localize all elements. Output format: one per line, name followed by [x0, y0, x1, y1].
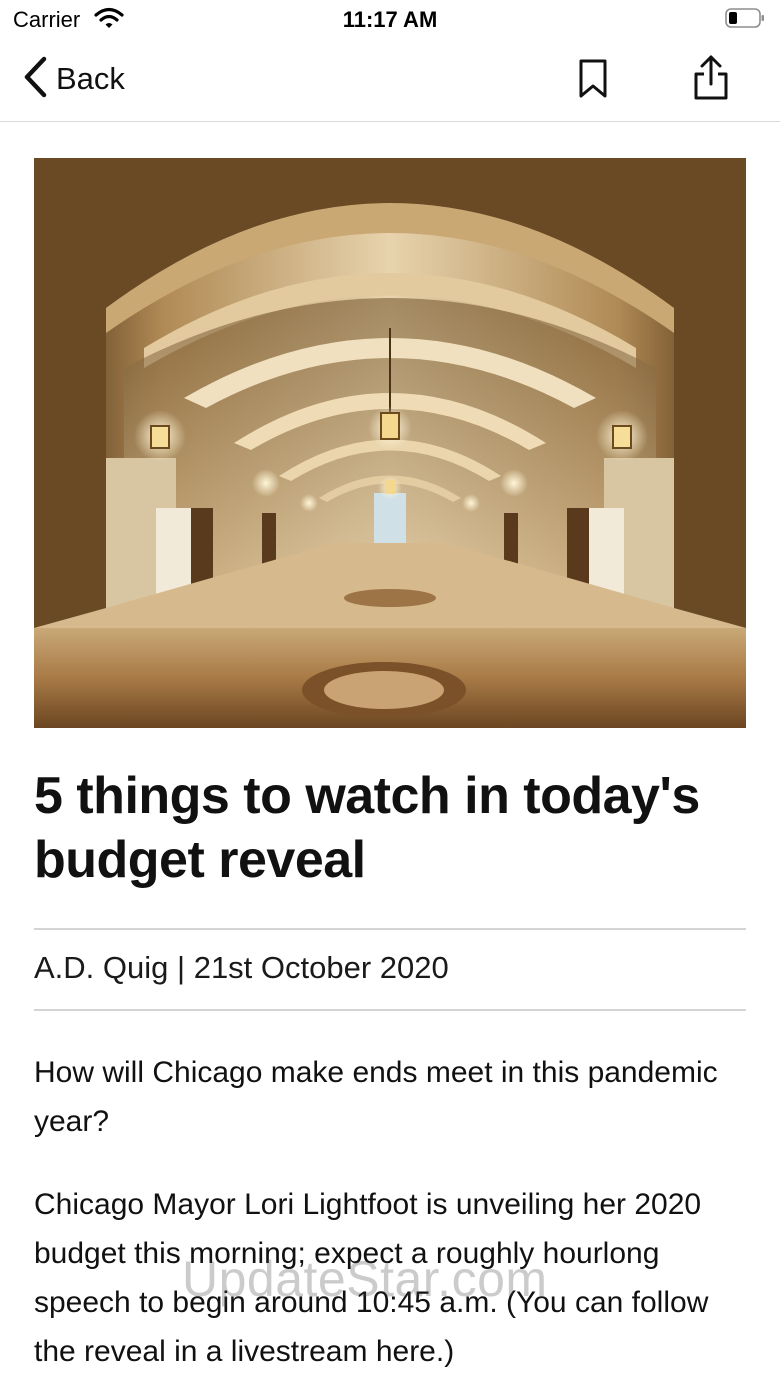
battery-icon [725, 8, 765, 28]
chevron-left-icon [22, 56, 48, 103]
back-button[interactable]: Back [22, 56, 125, 102]
article-byline: A.D. Quig | 21st October 2020 [34, 950, 449, 986]
back-label: Back [56, 61, 125, 96]
byline-top-divider [34, 928, 746, 930]
publish-date: 21st October 2020 [193, 950, 449, 985]
article-body-paragraph: Chicago Mayor Lori Lightfoot is unveilin… [34, 1188, 709, 1368]
byline-separator: | [177, 950, 186, 985]
article-hero-image [34, 158, 746, 728]
status-time: 11:17 AM [342, 7, 438, 32]
article-lead-paragraph: How will Chicago make ends meet in this … [34, 1056, 718, 1138]
status-bar: Carrier 11:17 AM [0, 0, 780, 40]
bookmark-button[interactable] [574, 57, 612, 101]
share-icon [690, 55, 732, 106]
author-name: A.D. Quig [34, 950, 169, 985]
byline-bottom-divider [34, 1009, 746, 1011]
share-button[interactable] [690, 54, 732, 102]
bookmark-icon [574, 59, 612, 105]
article-headline: 5 things to watch in today's budget reve… [34, 767, 700, 889]
navigation-bar: Back [0, 40, 780, 122]
